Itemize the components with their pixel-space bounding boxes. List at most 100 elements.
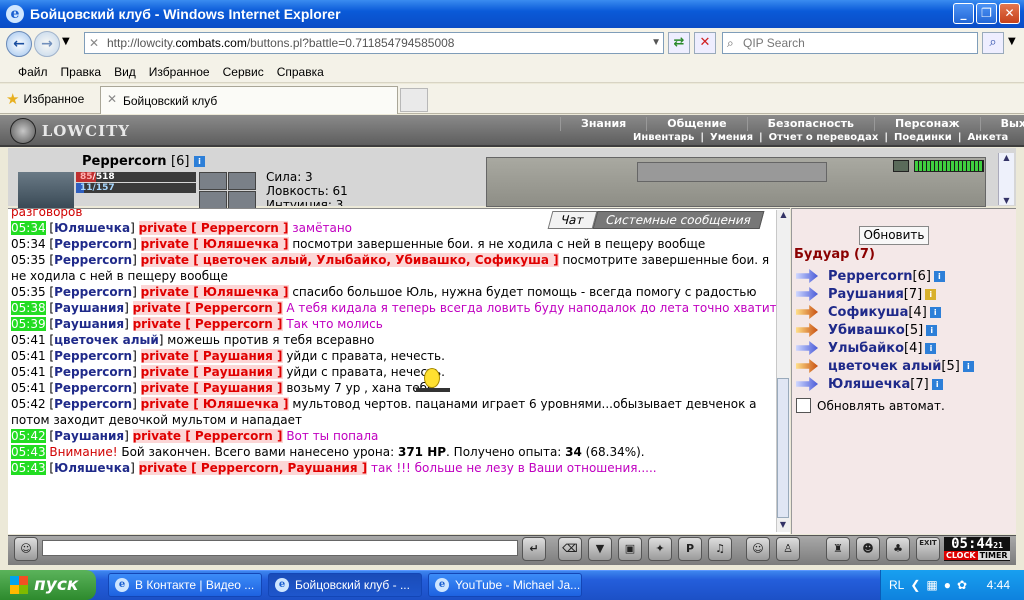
private-arrow-icon[interactable] (796, 323, 818, 337)
private-recipients[interactable]: private [ Юляшечка ] (140, 237, 289, 251)
tab-chat[interactable]: Чат (547, 211, 597, 229)
new-tab-button[interactable] (400, 88, 428, 112)
exit-icon[interactable]: EXIT (916, 537, 940, 561)
message-time[interactable]: 05:43 (11, 445, 46, 459)
chat-input[interactable] (42, 540, 518, 556)
info-icon[interactable]: i (925, 288, 937, 300)
search-go-icon[interactable]: ⌕ (982, 32, 1004, 54)
message-time[interactable]: 05:41 (11, 333, 46, 347)
message-time[interactable]: 05:41 (11, 365, 46, 379)
task-youtube[interactable]: e YouTube - Michael Ja... (428, 573, 582, 597)
address-dropdown-icon[interactable]: ▼ (651, 33, 661, 53)
filter-icon[interactable]: ▼ (588, 537, 612, 561)
private-recipients[interactable]: private [ Peppercorn ] (132, 429, 283, 443)
info-icon[interactable]: i (193, 156, 205, 167)
room-user[interactable]: Юляшечка [7] i (796, 376, 943, 392)
forward-button[interactable]: → (34, 31, 60, 57)
private-recipients[interactable]: private [ Юляшечка ] (140, 285, 289, 299)
tray-arrow-icon[interactable]: ❮ (910, 578, 920, 592)
private-recipients[interactable]: private [ Юляшечка ] (140, 397, 289, 411)
menu-edit[interactable]: Правка (61, 65, 102, 79)
private-icon[interactable]: P (678, 537, 702, 561)
private-arrow-icon[interactable] (796, 287, 818, 301)
menu-file[interactable]: Файл (18, 65, 48, 79)
send-icon[interactable]: ↵ (522, 537, 546, 561)
message-time[interactable]: 05:42 (11, 397, 46, 411)
menu-tools[interactable]: Сервис (223, 65, 264, 79)
maximize-button[interactable]: ❐ (976, 3, 997, 24)
private-recipients[interactable]: private [ Peppercorn ] (132, 317, 283, 331)
chat-scroll-thumb[interactable] (777, 378, 789, 518)
subnav-battles[interactable]: Поединки (891, 132, 955, 146)
private-arrow-icon[interactable] (796, 341, 818, 355)
message-nick[interactable]: [цветочек алый] (49, 333, 163, 347)
equipment-slot[interactable] (199, 172, 227, 190)
panel-scrollbar[interactable]: ▲ ▼ (998, 153, 1014, 205)
nav-character[interactable]: Персонаж (874, 117, 980, 131)
user-name[interactable]: цветочек алый (828, 359, 941, 374)
room-user[interactable]: Улыбайко [4] i (796, 340, 937, 356)
private-arrow-icon[interactable] (796, 377, 818, 391)
history-dropdown-icon[interactable]: ▼ (62, 36, 70, 47)
language-indicator[interactable]: RL (889, 578, 904, 592)
room-user[interactable]: Убивашко [5] i (796, 322, 938, 338)
private-recipients[interactable]: private [ Раушания ] (140, 349, 283, 363)
auto-refresh-checkbox[interactable] (796, 398, 811, 413)
tab-combats[interactable]: ✕ Бойцовский клуб (100, 86, 398, 114)
message-time[interactable]: 05:41 (11, 381, 46, 395)
info-icon[interactable]: i (929, 306, 941, 318)
user-name[interactable]: Раушания (828, 287, 904, 302)
message-time[interactable]: 05:41 (11, 349, 46, 363)
menu-favorites[interactable]: Избранное (149, 65, 210, 79)
user-name[interactable]: Убивашко (828, 323, 905, 338)
nav-exit[interactable]: Выход (979, 117, 1024, 131)
message-time[interactable]: 05:34 (11, 237, 46, 251)
room-user[interactable]: цветочек алый [5] i (796, 358, 974, 374)
private-arrow-icon[interactable] (796, 305, 818, 319)
smiles-icon[interactable]: ☺ (746, 537, 770, 561)
refresh-scene-icon[interactable] (893, 160, 909, 172)
room-user[interactable]: Раушания [7] i (796, 286, 937, 302)
antivirus-icon[interactable]: ● (944, 578, 951, 592)
task-vkontakte[interactable]: eВ Контакте | Видео ... (108, 573, 262, 597)
message-nick[interactable]: [Peppercorn] (49, 253, 136, 267)
message-nick[interactable]: [Юляшечка] (49, 461, 134, 475)
user-name[interactable]: Улыбайко (828, 341, 904, 356)
character-avatar[interactable] (18, 172, 74, 208)
character-name[interactable]: Peppercorn [6] i (82, 154, 205, 169)
message-nick[interactable]: [Peppercorn] (49, 381, 136, 395)
message-nick[interactable]: [Peppercorn] (49, 237, 136, 251)
message-nick[interactable]: [Раушания] (49, 317, 128, 331)
message-time[interactable]: 05:42 (11, 429, 46, 443)
save-icon[interactable]: ▣ (618, 537, 642, 561)
minimize-button[interactable]: _ (953, 3, 974, 24)
network-icon[interactable]: ▦ (926, 578, 937, 592)
clear-icon[interactable]: ⌫ (558, 537, 582, 561)
menu-help[interactable]: Справка (277, 65, 324, 79)
nav-knowledge[interactable]: Знания (560, 117, 646, 131)
fighter-icon[interactable]: ✦ (648, 537, 672, 561)
timer-label[interactable]: TIMER (977, 551, 1010, 560)
group-icon[interactable]: ♣ (886, 537, 910, 561)
back-button[interactable]: ← (6, 31, 32, 57)
mask-icon[interactable]: ☻ (856, 537, 880, 561)
private-recipients[interactable]: private [ Peppercorn ] (138, 221, 289, 235)
private-recipients[interactable]: private [ Раушания ] (140, 365, 283, 379)
close-button[interactable]: ✕ (999, 3, 1020, 24)
refresh-button[interactable]: Обновить (859, 226, 929, 245)
subnav-profile[interactable]: Анкета (964, 132, 1011, 146)
message-time[interactable]: 05:35 (11, 253, 46, 267)
private-arrow-icon[interactable] (796, 359, 818, 373)
message-nick[interactable]: [Peppercorn] (49, 365, 136, 379)
message-nick[interactable]: [Peppercorn] (49, 285, 136, 299)
subnav-inventory[interactable]: Инвентарь (630, 132, 697, 146)
private-recipients[interactable]: private [ Раушания ] (140, 381, 283, 395)
address-bar[interactable]: ✕ http://lowcity.combats.com/buttons.pl?… (84, 32, 664, 54)
tab-system-messages[interactable]: Системные сообщения (592, 211, 764, 229)
private-arrow-icon[interactable] (796, 269, 818, 283)
clock-label[interactable]: CLOCK (944, 551, 978, 560)
private-recipients[interactable]: private [ цветочек алый, Улыбайко, Убива… (140, 253, 559, 267)
messenger-icon[interactable]: ✿ (957, 578, 967, 592)
favorites-button[interactable]: ★ Избранное (6, 89, 84, 109)
info-icon[interactable]: i (933, 270, 945, 282)
